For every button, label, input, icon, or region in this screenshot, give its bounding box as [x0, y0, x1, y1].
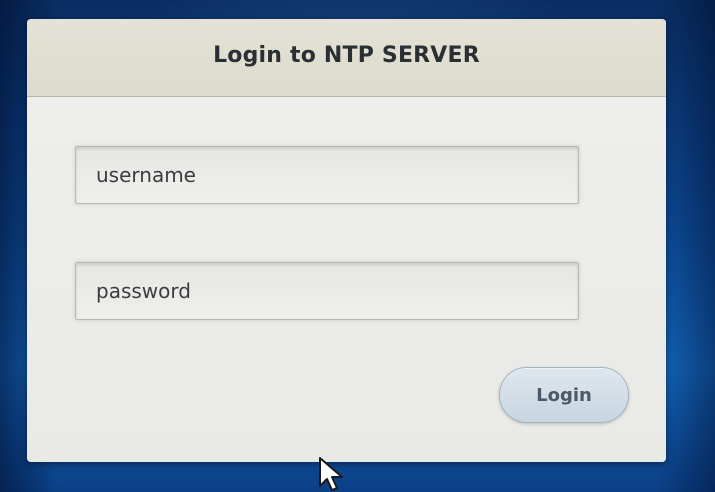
dialog-header: Login to NTP SERVER: [27, 19, 666, 97]
dialog-title: Login to NTP SERVER: [213, 43, 480, 68]
password-input[interactable]: [75, 262, 579, 320]
mouse-pointer-icon: [319, 457, 343, 491]
login-form: Login: [27, 97, 666, 462]
login-button[interactable]: Login: [499, 367, 629, 423]
username-input[interactable]: [75, 146, 579, 204]
login-dialog: Login to NTP SERVER Login: [27, 19, 666, 462]
